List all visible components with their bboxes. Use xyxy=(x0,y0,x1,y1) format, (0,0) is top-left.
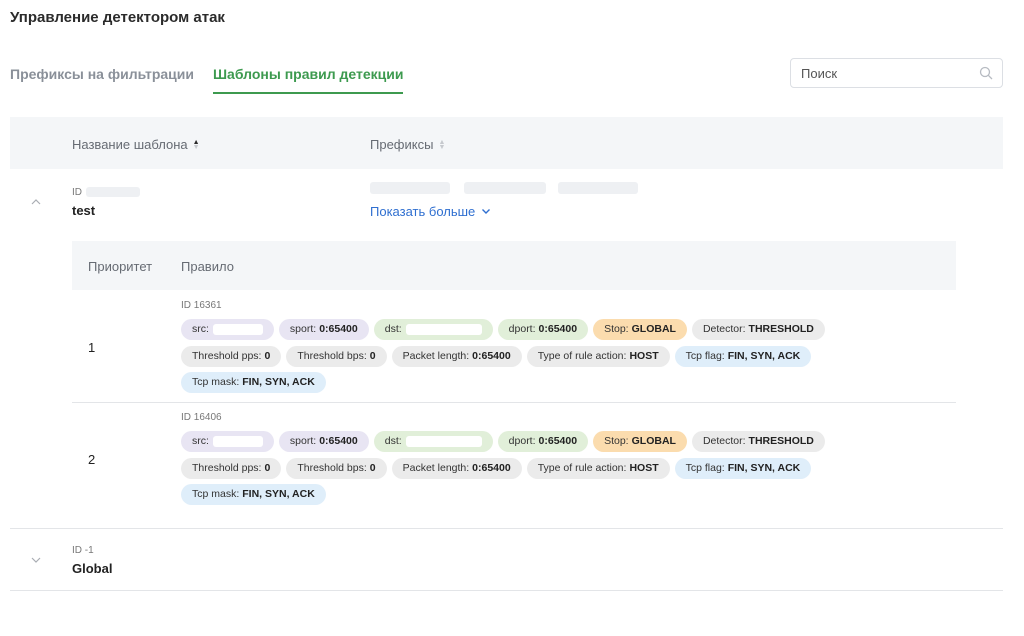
chevron-down-icon xyxy=(482,209,491,214)
chip-src: src: xyxy=(181,319,274,340)
rule-id: ID 16361 xyxy=(181,300,222,311)
chevron-down-icon[interactable] xyxy=(30,556,42,564)
rule-row: 2 ID 16406 src: sport: 0:65400 dst: dport… xyxy=(72,402,956,514)
chip-sport: sport: 0:65400 xyxy=(278,319,369,340)
rule-chips: src: sport: 0:65400 dst: dport: 0:65400 St… xyxy=(181,431,881,511)
chip-threshold-pps: Threshold pps: 0 xyxy=(181,345,282,367)
row-divider xyxy=(10,590,1003,591)
prefix-value xyxy=(464,182,546,194)
show-more-label: Показать больше xyxy=(370,204,476,219)
templates-table-header: Название шаблона ▲ ▼ Префиксы ▲ ▼ xyxy=(10,117,1003,169)
show-more-button[interactable]: Показать больше xyxy=(370,204,491,219)
rule-chips: src: sport: 0:65400 dst: dport: 0:65400 St… xyxy=(181,319,881,399)
rule-id: ID 16406 xyxy=(181,412,222,423)
chip-packet-length: Packet length: 0:65400 xyxy=(391,457,522,479)
column-template-name-label: Название шаблона xyxy=(72,137,188,152)
sort-icon[interactable]: ▲ ▼ xyxy=(193,139,200,151)
chip-dport: dport: 0:65400 xyxy=(497,319,589,340)
chip-packet-length: Packet length: 0:65400 xyxy=(391,345,522,367)
column-rule: Правило xyxy=(181,259,234,274)
column-prefixes[interactable]: Префиксы ▲ ▼ xyxy=(370,137,445,152)
search-box xyxy=(790,58,1003,88)
chip-rule-action: Type of rule action: HOST xyxy=(526,345,670,367)
template-id-label: ID xyxy=(72,187,82,198)
chip-detector: Detector: THRESHOLD xyxy=(691,431,825,452)
chip-src: src: xyxy=(181,431,274,452)
template-id-label: ID -1 xyxy=(72,545,94,556)
chip-threshold-bps: Threshold bps: 0 xyxy=(286,457,387,479)
chip-threshold-pps: Threshold pps: 0 xyxy=(181,457,282,479)
chip-detector: Detector: THRESHOLD xyxy=(691,319,825,340)
tab-prefixes-filtering[interactable]: Префиксы на фильтрации xyxy=(10,64,194,94)
chip-dst: dst: xyxy=(373,319,493,340)
template-name[interactable]: test xyxy=(72,203,95,218)
tabs: Префиксы на фильтрации Шаблоны правил де… xyxy=(10,64,422,94)
template-id-value xyxy=(86,187,140,197)
rule-priority: 2 xyxy=(88,452,96,467)
sort-icon[interactable]: ▲ ▼ xyxy=(438,139,445,151)
column-prefixes-label: Префиксы xyxy=(370,137,434,152)
chip-tcp-mask: Tcp mask: FIN, SYN, ACK xyxy=(181,484,326,505)
chevron-up-icon[interactable] xyxy=(30,198,42,206)
chip-dport: dport: 0:65400 xyxy=(497,431,589,452)
page-title: Управление детектором атак xyxy=(10,9,225,26)
row-divider xyxy=(10,528,1003,529)
tab-detection-rule-templates[interactable]: Шаблоны правил детекции xyxy=(212,64,404,94)
rule-row: 1 ID 16361 src: sport: 0:65400 dst: dport… xyxy=(72,290,956,402)
chip-threshold-bps: Threshold bps: 0 xyxy=(286,345,387,367)
chip-tcp-flag: Tcp flag: FIN, SYN, ACK xyxy=(674,345,812,367)
search-input[interactable] xyxy=(791,59,971,87)
chip-sport: sport: 0:65400 xyxy=(278,431,369,452)
search-icon[interactable] xyxy=(979,66,993,80)
rules-table-header: Приоритет Правило xyxy=(72,241,956,290)
chip-stop: Stop: GLOBAL xyxy=(593,431,687,452)
chip-tcp-flag: Tcp flag: FIN, SYN, ACK xyxy=(674,457,812,479)
template-name[interactable]: Global xyxy=(72,561,112,576)
column-priority: Приоритет xyxy=(88,259,153,274)
prefix-value xyxy=(558,182,638,194)
prefix-value xyxy=(370,182,450,194)
chip-rule-action: Type of rule action: HOST xyxy=(526,457,670,479)
rule-priority: 1 xyxy=(88,340,96,355)
chip-stop: Stop: GLOBAL xyxy=(593,319,687,340)
chip-tcp-mask: Tcp mask: FIN, SYN, ACK xyxy=(181,372,326,393)
column-template-name[interactable]: Название шаблона ▲ ▼ xyxy=(72,137,200,152)
chip-dst: dst: xyxy=(373,431,493,452)
